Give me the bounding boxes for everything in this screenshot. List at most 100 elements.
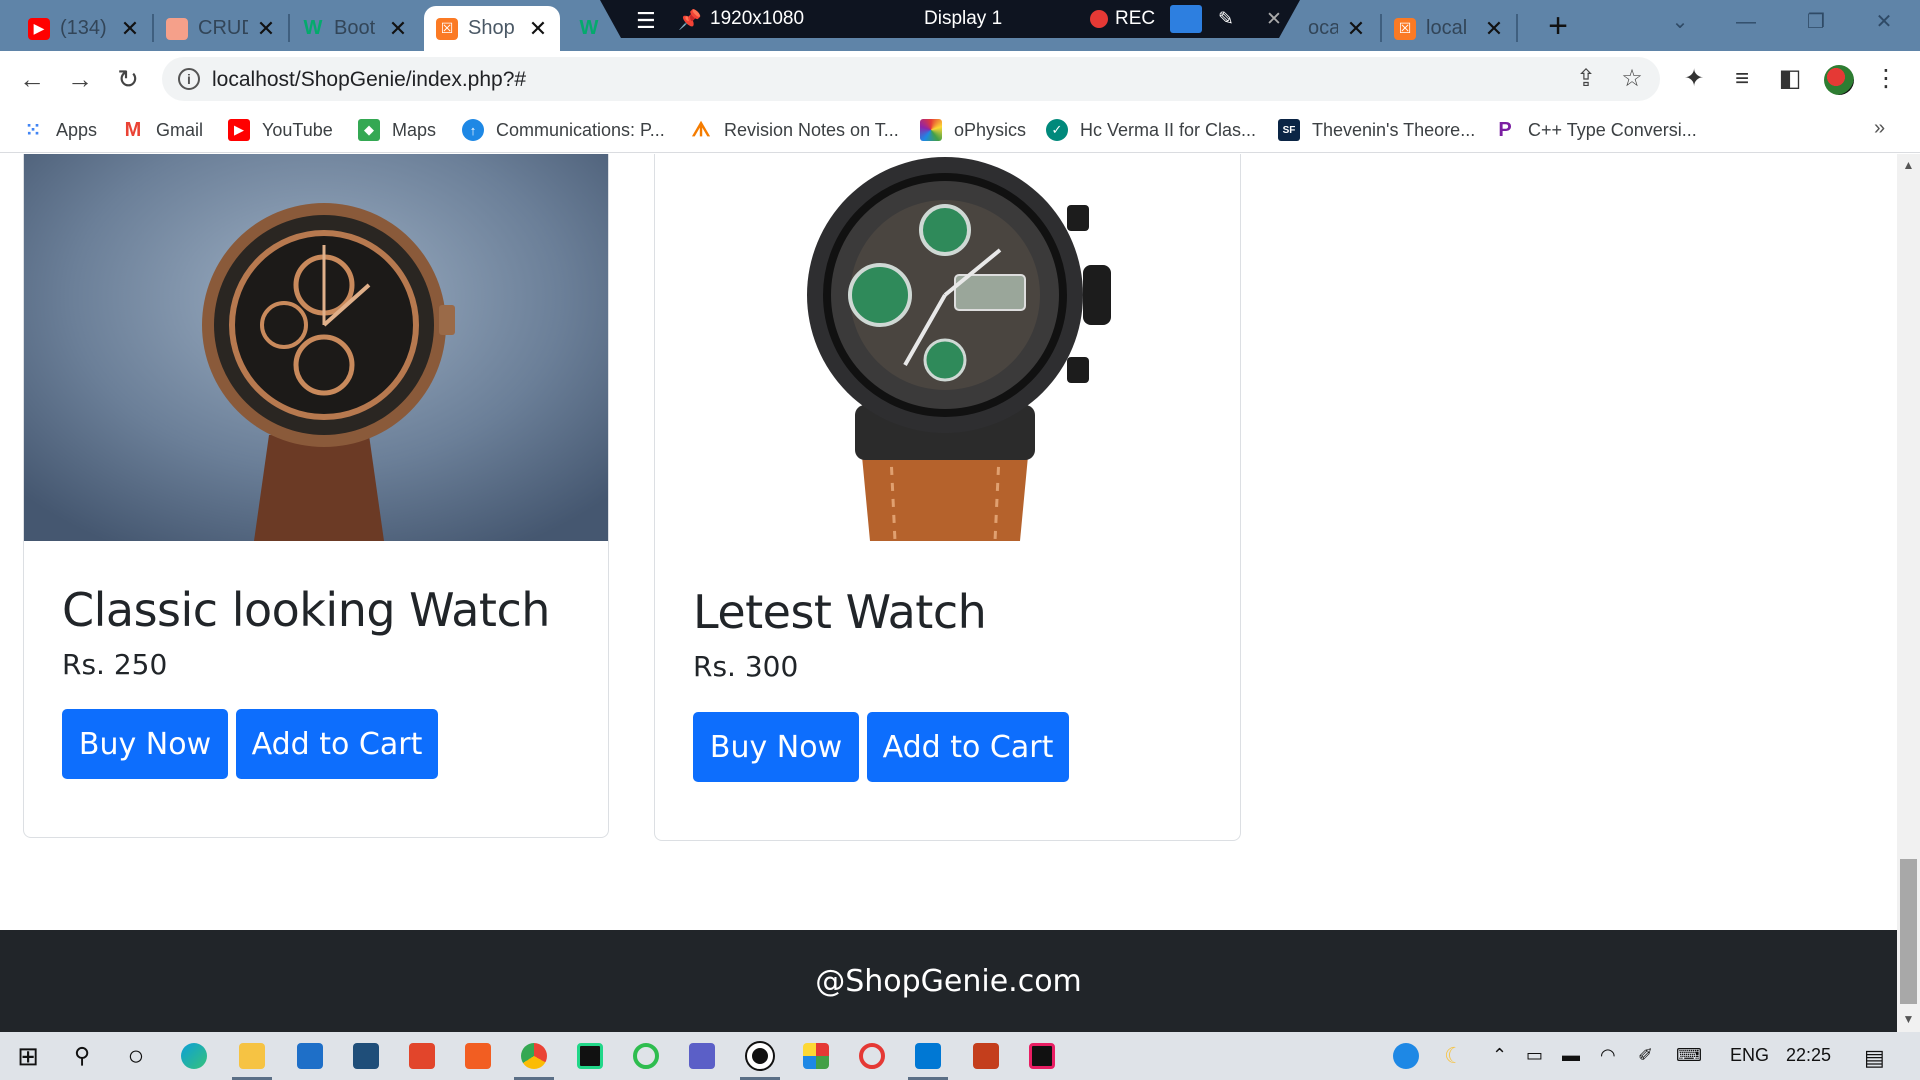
bookmark-communications[interactable]: ↑ Communications: P... [462,116,665,144]
forward-button[interactable]: → [62,61,98,97]
back-button[interactable]: ← [14,61,50,97]
intellij-icon[interactable] [1024,1038,1060,1074]
tab-localhost[interactable]: ☒ local ✕ [1382,6,1516,51]
extensions-icon[interactable]: ✦ [1678,63,1710,95]
menu-kebab-icon[interactable]: ⋮ [1870,63,1902,95]
edge-icon[interactable] [176,1038,212,1074]
office-icon[interactable] [404,1038,440,1074]
bookmark-label: Apps [56,119,98,140]
buy-now-button[interactable]: Buy Now [62,709,228,779]
help-icon[interactable] [1388,1038,1424,1074]
tab-shop-active[interactable]: ☒ Shop ✕ [424,6,560,51]
target-app-icon[interactable] [854,1038,890,1074]
teams-icon[interactable] [684,1038,720,1074]
vscode-icon[interactable] [910,1038,946,1074]
bookmark-cpp-type[interactable]: P C++ Type Conversi... [1494,116,1696,144]
wifi-icon[interactable]: ◠ [1600,1045,1616,1066]
minimize-button[interactable]: — [1716,0,1776,44]
recorder-icon[interactable] [742,1038,778,1074]
tab-title: Shop [468,17,515,39]
search-icon[interactable]: ⚲ [64,1038,100,1074]
tab-crud[interactable]: CRUD ✕ [154,6,288,51]
close-icon[interactable]: ✕ [1484,16,1504,42]
show-hidden-icons[interactable]: ⌃ [1492,1045,1507,1066]
close-window-button[interactable]: ✕ [1854,0,1914,44]
chrome-icon[interactable] [516,1038,552,1074]
battery-icon[interactable]: ▬ [1562,1045,1580,1066]
share-icon[interactable]: ⇪ [1572,65,1600,93]
bookmark-label: Communications: P... [496,119,665,140]
sublime-icon[interactable] [348,1038,384,1074]
file-explorer-icon[interactable] [234,1038,270,1074]
bookmarks-overflow-icon[interactable]: » [1874,117,1885,140]
bookmark-revision-notes[interactable]: ᗑ Revision Notes on T... [690,116,899,144]
profile-avatar[interactable] [1824,65,1854,95]
cycle-app-icon[interactable] [628,1038,664,1074]
mail-icon[interactable] [292,1038,328,1074]
scrollbar-thumb[interactable] [1900,859,1917,1004]
scroll-up-icon[interactable]: ▲ [1897,158,1920,172]
new-tab-button[interactable]: + [1536,6,1580,46]
brave-icon[interactable] [460,1038,496,1074]
add-to-cart-button[interactable]: Add to Cart [236,709,438,779]
task-view-icon[interactable]: ○ [118,1038,154,1074]
rec-label[interactable]: REC [1115,8,1155,30]
tab-title: CRUD [198,17,248,39]
product-card: Classic looking Watch Rs. 250 Buy Now Ad… [23,154,609,838]
close-icon[interactable]: ✕ [388,16,408,42]
bookmark-youtube[interactable]: ▶ YouTube [228,116,333,144]
bookmark-hc-verma[interactable]: ✓ Hc Verma II for Clas... [1046,116,1256,144]
upload-icon: ↑ [462,119,484,141]
xampp-icon: ☒ [1394,17,1416,40]
page-scrollbar[interactable]: ▲ ▼ [1897,154,1920,1032]
side-panel-icon[interactable]: ◧ [1774,63,1806,95]
tab-w3schools[interactable]: W [566,6,606,51]
restore-button[interactable]: ❐ [1786,0,1846,44]
tab-bootstrap[interactable]: W Boot ✕ [290,6,420,51]
bookmark-apps[interactable]: ⁙ Apps [22,116,97,144]
pin-icon[interactable]: 📌 [678,8,702,32]
pycharm-icon[interactable] [572,1038,608,1074]
close-recorder-icon[interactable]: ✕ [1266,8,1282,31]
menu-icon[interactable]: ☰ [636,8,656,34]
product-image [24,154,608,541]
bookmark-label: Hc Verma II for Clas... [1080,119,1257,140]
meet-now-icon[interactable]: ▭ [1526,1045,1543,1066]
bookmark-maps[interactable]: ◆ Maps [358,116,436,144]
bookmark-ophysics[interactable]: oPhysics [920,116,1026,144]
close-icon[interactable]: ✕ [528,16,548,42]
keyboard-icon[interactable]: ⌨ [1676,1045,1702,1066]
night-light-icon[interactable]: ☾ [1436,1038,1472,1074]
tab-search-icon[interactable]: ⌄ [1650,0,1710,44]
notifications-icon[interactable]: ▤ [1864,1045,1885,1071]
bookmark-star-icon[interactable]: ☆ [1618,65,1646,93]
close-icon[interactable]: ✕ [120,16,140,42]
pen-tray-icon[interactable]: ✐ [1638,1045,1653,1066]
watch-image-icon [24,154,608,541]
reading-list-icon[interactable]: ≡ [1726,63,1758,95]
tab-localhost-partial[interactable]: ocal ✕ [1296,6,1378,51]
scroll-down-icon[interactable]: ▼ [1897,1012,1920,1026]
address-bar[interactable]: i localhost/ShopGenie/index.php?# ⇪ ☆ [162,57,1660,101]
info-icon[interactable]: i [178,68,200,90]
tab-title: Boot [334,17,376,39]
pen-icon[interactable]: ✎ [1218,8,1234,31]
tab-youtube[interactable]: ▶ (134) ✕ [16,6,152,51]
windows-taskbar: ⊞ ⚲ ○ ☾ ⌃ ▭ ▬ ◠ ✐ ⌨ ENG 22:25 ▤ [0,1032,1920,1080]
record-dot-icon [1090,10,1108,28]
language-indicator[interactable]: ENG [1730,1045,1769,1066]
bookmark-thevenin[interactable]: SF Thevenin's Theore... [1278,116,1475,144]
url-text[interactable]: localhost/ShopGenie/index.php?# [212,68,526,92]
close-icon[interactable]: ✕ [1346,16,1366,42]
reload-button[interactable]: ↻ [110,61,146,97]
bookmark-gmail[interactable]: M Gmail [122,116,203,144]
capture-button[interactable] [1170,5,1202,33]
colorful-app-icon[interactable] [798,1038,834,1074]
clock[interactable]: 22:25 [1786,1045,1831,1066]
windows-start-icon[interactable]: ⊞ [10,1038,46,1074]
add-to-cart-button[interactable]: Add to Cart [867,712,1069,782]
footer-text: @ShopGenie.com [815,963,1082,999]
close-icon[interactable]: ✕ [256,16,276,42]
buy-now-button[interactable]: Buy Now [693,712,859,782]
powerpoint-icon[interactable] [968,1038,1004,1074]
